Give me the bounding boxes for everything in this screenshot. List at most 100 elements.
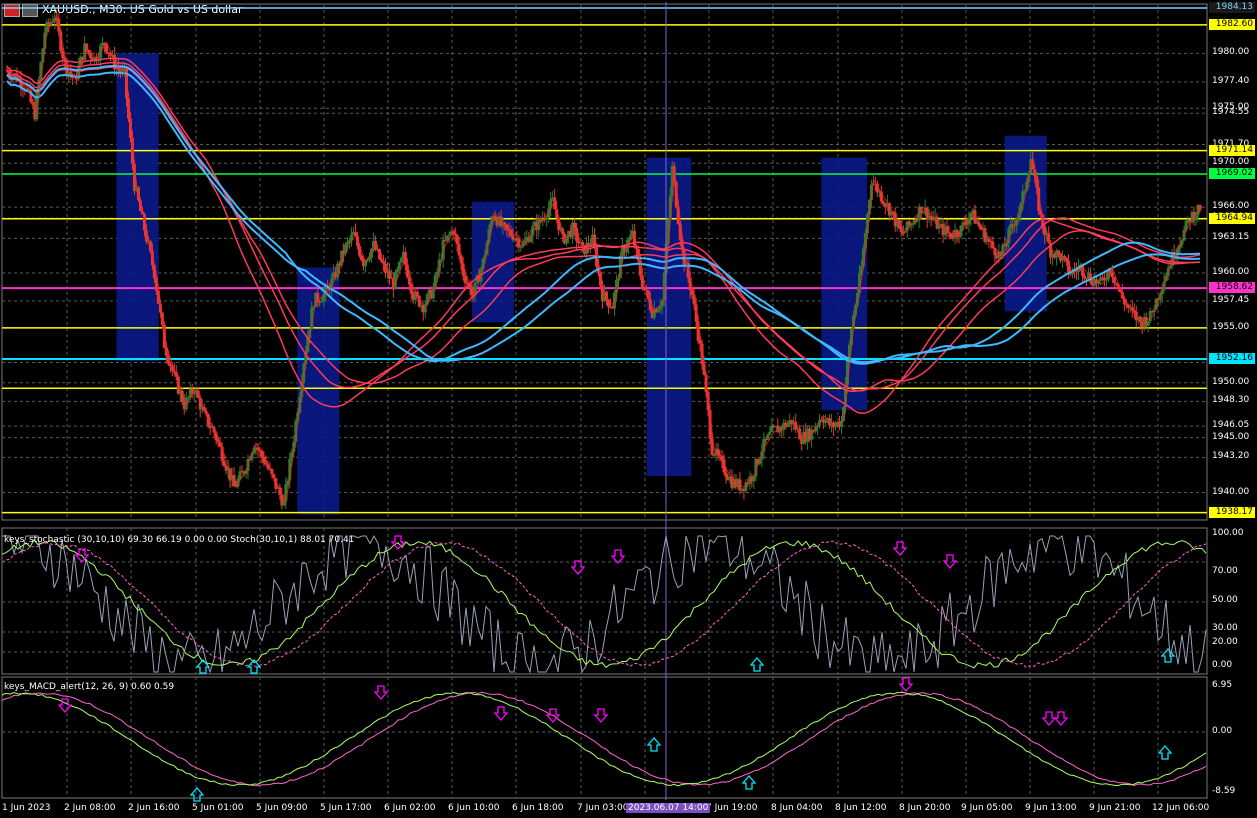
candle-body	[399, 258, 403, 262]
time-axis-label: 8 Jun 12:00	[835, 803, 887, 813]
candle-body	[1011, 224, 1015, 226]
macd-up-arrow-icon	[741, 775, 757, 790]
price-level-tag: 1938.17	[1209, 506, 1255, 518]
price-axis-label: 1950.00	[1212, 376, 1250, 387]
candle-body	[505, 224, 509, 229]
price-axis-label: 1960.00	[1212, 266, 1250, 277]
candle-body	[656, 308, 660, 313]
candle-body	[881, 201, 885, 204]
candle-body	[642, 288, 646, 290]
candle-body	[346, 241, 350, 245]
macd-axis-label: -8.59	[1212, 786, 1236, 796]
candle-body	[720, 456, 724, 460]
price-level-tag: 1958.62	[1209, 282, 1255, 294]
stochastic-axis-label: 0.00	[1212, 660, 1233, 670]
macd-up-arrow-icon	[189, 787, 205, 802]
candle-body	[397, 261, 401, 270]
candle-body	[1082, 275, 1086, 278]
price-axis-label: 1974.55	[1212, 107, 1250, 118]
time-axis-label: 9 Jun 21:00	[1089, 803, 1141, 813]
candle-body	[766, 434, 770, 440]
stochastic-axis-label: 30.00	[1212, 623, 1238, 633]
crosshair-time-label: 2023.06.07 14:00	[626, 803, 711, 813]
stochastic-axis-label: 70.00	[1212, 566, 1238, 576]
candle-body	[360, 255, 364, 260]
candle-body	[443, 239, 447, 241]
stochastic-axis-label: 20.00	[1212, 637, 1238, 647]
macd-down-arrow-icon	[1053, 711, 1069, 726]
candle-body	[186, 397, 190, 399]
candle-body	[447, 234, 451, 236]
macd-panel-title: keys_MACD_alert(12, 26, 9) 0.60 0.59	[4, 682, 175, 692]
macd-panel-frame	[1, 676, 1208, 799]
price-chart[interactable]	[0, 0, 1257, 818]
candle-body	[658, 306, 662, 309]
stochastic-down-arrow-icon	[570, 560, 586, 575]
candle-body	[238, 471, 242, 479]
candle-body	[573, 222, 577, 229]
time-axis-label: 8 Jun 04:00	[771, 803, 823, 813]
time-axis-label: 5 Jun 09:00	[256, 803, 308, 813]
time-axis-label: 9 Jun 13:00	[1025, 803, 1077, 813]
candle-body	[951, 237, 955, 239]
candle-body	[824, 420, 828, 423]
price-level-tag: 1984.13	[1209, 2, 1255, 14]
stochastic-down-arrow-icon	[610, 549, 626, 564]
candle-body	[545, 217, 549, 220]
price-axis-label: 1980.00	[1212, 47, 1250, 58]
price-axis-label: 1966.00	[1212, 201, 1250, 212]
chart-window[interactable]: XAUUSD., M30: US Gold vs US dollar keys_…	[0, 0, 1257, 818]
macd-up-arrow-icon	[1157, 745, 1173, 760]
time-axis-label: 2 Jun 08:00	[64, 803, 116, 813]
candle-body	[463, 275, 467, 283]
stochastic-signal-line	[1, 539, 1207, 669]
price-axis-label: 1946.05	[1212, 420, 1250, 431]
macd-down-arrow-icon	[373, 685, 389, 700]
candle-body	[166, 355, 170, 364]
candle-body	[395, 269, 399, 273]
time-axis-label: 6 Jun 02:00	[384, 803, 436, 813]
price-axis-label: 1940.00	[1212, 486, 1250, 497]
candle-body	[768, 431, 772, 435]
time-axis-label: 5 Jun 17:00	[320, 803, 372, 813]
stochastic-axis-label: 50.00	[1212, 595, 1238, 605]
price-level-tag: 1982.60	[1209, 18, 1255, 30]
price-level-tag: 1952.16	[1209, 353, 1255, 365]
candle-body	[503, 222, 507, 225]
candle-body	[1148, 311, 1152, 322]
candle-body	[1112, 277, 1116, 284]
price-axis-label: 1970.00	[1212, 157, 1250, 168]
stochastic-axis-label: 100.00	[1212, 528, 1244, 538]
candle-body	[507, 228, 511, 230]
candle-body	[407, 277, 411, 285]
stochastic-up-arrow-icon	[1160, 648, 1176, 663]
candle-body	[519, 246, 523, 248]
price-level-tag: 1969.02	[1209, 167, 1255, 179]
time-axis-label: 5 Jun 01:00	[192, 803, 244, 813]
candle-body	[222, 460, 226, 467]
price-axis-label: 1943.20	[1212, 451, 1250, 462]
macd-up-arrow-icon	[646, 737, 662, 752]
candle-body	[1065, 257, 1069, 261]
candle-body	[445, 235, 449, 240]
stochastic-up-arrow-icon	[749, 657, 765, 672]
macd-axis-label: 0.00	[1212, 726, 1233, 736]
price-axis-label: 1945.00	[1212, 431, 1250, 442]
time-axis-label: 7 Jun 03:00	[577, 803, 629, 813]
macd-axis-label: 6.95	[1212, 680, 1233, 690]
time-axis-label: 7 Jun 19:00	[706, 803, 758, 813]
price-axis-label: 1955.00	[1212, 321, 1250, 332]
macd-main-line	[1, 691, 1207, 787]
time-axis-label: 1 Jun 2023	[2, 803, 51, 813]
candle-body	[1146, 321, 1150, 326]
price-axis-label: 1977.40	[1212, 75, 1250, 86]
candle-body	[409, 284, 413, 294]
time-axis-label: 6 Jun 18:00	[512, 803, 564, 813]
time-axis-label: 8 Jun 20:00	[899, 803, 951, 813]
candle-body	[921, 212, 925, 214]
candle-body	[724, 472, 728, 477]
time-axis-label: 2 Jun 16:00	[128, 803, 180, 813]
candle-body	[1057, 250, 1061, 254]
candle-body	[810, 430, 814, 440]
candle-body	[348, 240, 352, 242]
